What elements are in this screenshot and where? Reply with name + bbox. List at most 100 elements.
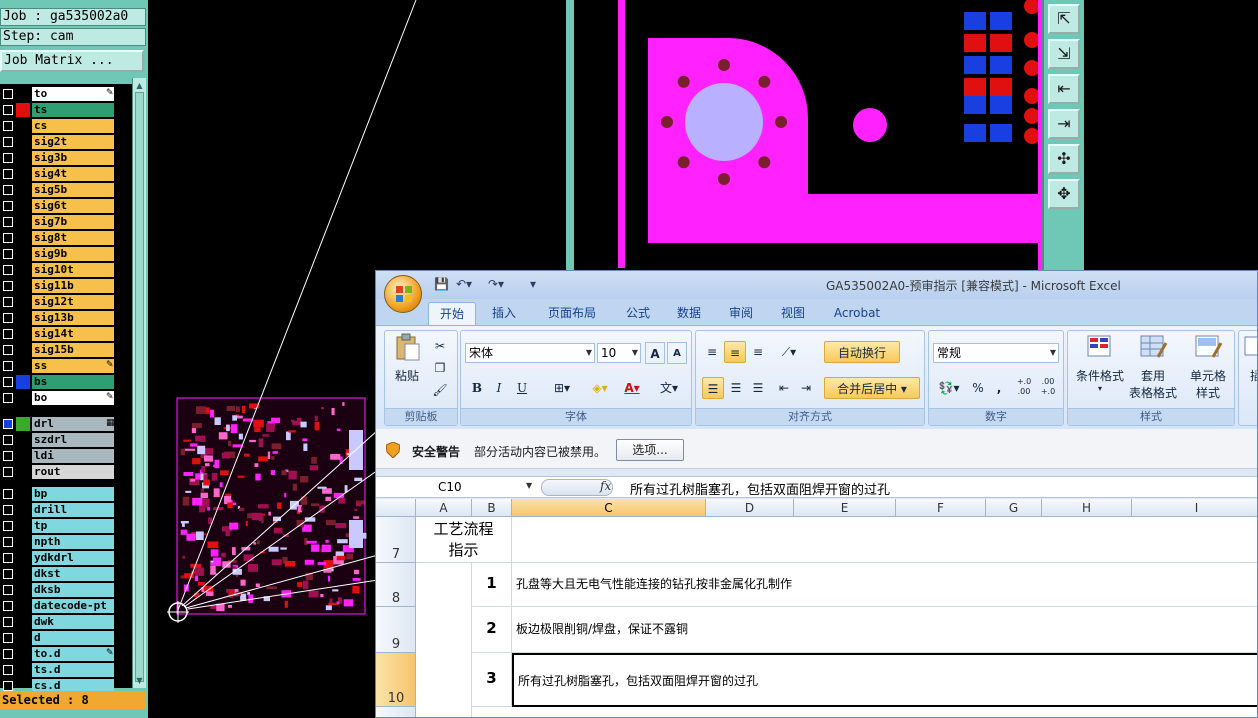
cell-styles-button[interactable]: 单元格 样式 [1182,333,1234,401]
layer-name[interactable]: dkst [32,567,114,581]
layer-checkbox[interactable] [3,537,13,547]
increase-decimal-button[interactable]: +.0 .00 [1013,377,1035,399]
align-middle-icon[interactable]: ≡ [724,341,746,363]
chevron-down-icon[interactable]: ▼ [526,481,532,490]
layer-checkbox[interactable] [3,505,13,515]
layer-name[interactable]: ydkdrl [32,551,114,565]
comma-button[interactable]: , [991,377,1007,399]
layer-name[interactable]: cs [32,119,114,133]
board-overview[interactable] [167,397,367,623]
layer-row-rout[interactable]: rout [0,464,132,480]
layer-row-drill[interactable]: drill [0,502,132,518]
layer-checkbox[interactable] [3,281,13,291]
job-matrix-button[interactable]: Job Matrix ... [0,50,144,72]
row-header-next[interactable] [376,707,416,717]
layer-color-swatch[interactable] [16,567,30,581]
font-color-button[interactable]: A▾ [619,377,645,399]
layer-color-swatch[interactable] [16,519,30,533]
layer-name[interactable]: d [32,631,114,645]
cell-c10[interactable]: 所有过孔树脂塞孔，包括双面阻焊开窗的过孔 [512,653,1257,707]
layer-row-bs[interactable]: bs [0,374,132,390]
layer-row-to[interactable]: to ✎ [0,86,132,102]
tab-3[interactable]: 公式 [620,302,656,325]
layer-name[interactable]: ts.d [32,663,114,677]
layer-color-swatch[interactable] [16,583,30,597]
layer-checkbox[interactable] [3,297,13,307]
layer-name[interactable]: ldi [32,449,114,463]
zoom-center-icon[interactable]: ✥ [1048,179,1080,209]
layer-name[interactable]: sig2t [32,135,114,149]
layer-color-swatch[interactable] [16,135,30,149]
layer-color-swatch[interactable] [16,417,30,431]
layer-checkbox[interactable] [3,345,13,355]
layer-name[interactable]: sig7b [32,215,114,229]
column-header-e[interactable]: E [794,499,896,517]
layer-row-szdrl[interactable]: szdrl [0,432,132,448]
layer-name[interactable]: sig8t [32,231,114,245]
layer-row-sig9b[interactable]: sig9b [0,246,132,262]
layer-row-sig12t[interactable]: sig12t [0,294,132,310]
tab-6[interactable]: 视图 [774,302,812,325]
tab-1[interactable]: 插入 [482,302,526,325]
layer-row-dkst[interactable]: dkst [0,566,132,582]
options-button[interactable]: 选项... [616,439,684,461]
layer-color-swatch[interactable] [16,343,30,357]
layer-row-dwk[interactable]: dwk [0,614,132,630]
shrink-font-icon[interactable]: A [667,342,687,364]
layer-color-swatch[interactable] [16,615,30,629]
number-format-select[interactable]: 常规 ▼ [933,343,1059,363]
layer-checkbox[interactable] [3,521,13,531]
formula-input[interactable]: 所有过孔树脂塞孔，包括双面阻焊开窗的过孔 [630,479,890,498]
column-header-a[interactable]: A [416,499,472,517]
wrap-text-button[interactable]: 自动换行 [824,341,900,363]
layer-color-swatch[interactable] [16,263,30,277]
layer-color-swatch[interactable] [16,151,30,165]
layer-checkbox[interactable] [3,137,13,147]
layer-row-ts-d[interactable]: ts.d [0,662,132,678]
layer-color-swatch[interactable] [16,487,30,501]
layer-checkbox[interactable] [3,201,13,211]
layer-row-sig11b[interactable]: sig11b [0,278,132,294]
format-as-table-button[interactable]: 套用 表格格式 [1124,333,1182,401]
layer-color-swatch[interactable] [16,465,30,479]
currency-icon[interactable]: 💱▾ [933,377,965,399]
layer-color-swatch[interactable] [16,183,30,197]
worksheet-grid[interactable]: A B C D E F G H I 7 工艺流程 指示 8 1 孔盘等大且无电气性能连接的钻孔按非金属化孔制… [376,499,1257,717]
layer-row-datecode-pt[interactable]: datecode-pt [0,598,132,614]
layer-name[interactable]: sig12t [32,295,114,309]
layer-checkbox[interactable] [3,185,13,195]
zoom-back-icon[interactable]: ⇲ [1048,39,1080,69]
border-icon[interactable]: ⊞▾ [549,377,575,399]
layer-color-swatch[interactable] [16,391,30,405]
layer-name[interactable]: sig6t [32,199,114,213]
layer-checkbox[interactable] [3,313,13,323]
layer-row-npth[interactable]: npth [0,534,132,550]
layer-checkbox[interactable] [3,569,13,579]
layer-checkbox[interactable] [3,377,13,387]
layer-checkbox[interactable] [3,153,13,163]
layer-name[interactable]: sig15b [32,343,114,357]
layer-row-bo[interactable]: bo ✎ [0,390,132,406]
layer-color-swatch[interactable] [16,375,30,389]
excel-title-bar[interactable]: 💾 ↶▾ ↷▾ ▾ GA535002A0-预审指示 [兼容模式] - Micro… [376,271,1257,299]
zoom-fit-icon[interactable]: ✣ [1048,144,1080,174]
layer-name[interactable]: sig11b [32,279,114,293]
layer-checkbox[interactable] [3,249,13,259]
column-header-c[interactable]: C [512,499,706,517]
layer-name[interactable]: bo [32,391,114,405]
layer-row-drl[interactable]: drl ▦ [0,416,132,432]
layer-color-swatch[interactable] [16,295,30,309]
layer-color-swatch[interactable] [16,231,30,245]
tab-5[interactable]: 审阅 [722,302,760,325]
layer-color-swatch[interactable] [16,215,30,229]
decrease-indent-icon[interactable]: ⇤ [774,377,794,399]
save-icon[interactable]: 💾 [434,277,449,291]
scroll-down-icon[interactable]: ▼ [134,675,145,686]
layer-color-swatch[interactable] [16,647,30,661]
layer-checkbox[interactable] [3,585,13,595]
layer-row-to-d[interactable]: to.d ✎ [0,646,132,662]
tab-4[interactable]: 数据 [670,302,708,325]
row-header-7[interactable]: 7 [376,517,416,563]
layer-checkbox[interactable] [3,649,13,659]
layer-name[interactable]: to [32,87,114,101]
